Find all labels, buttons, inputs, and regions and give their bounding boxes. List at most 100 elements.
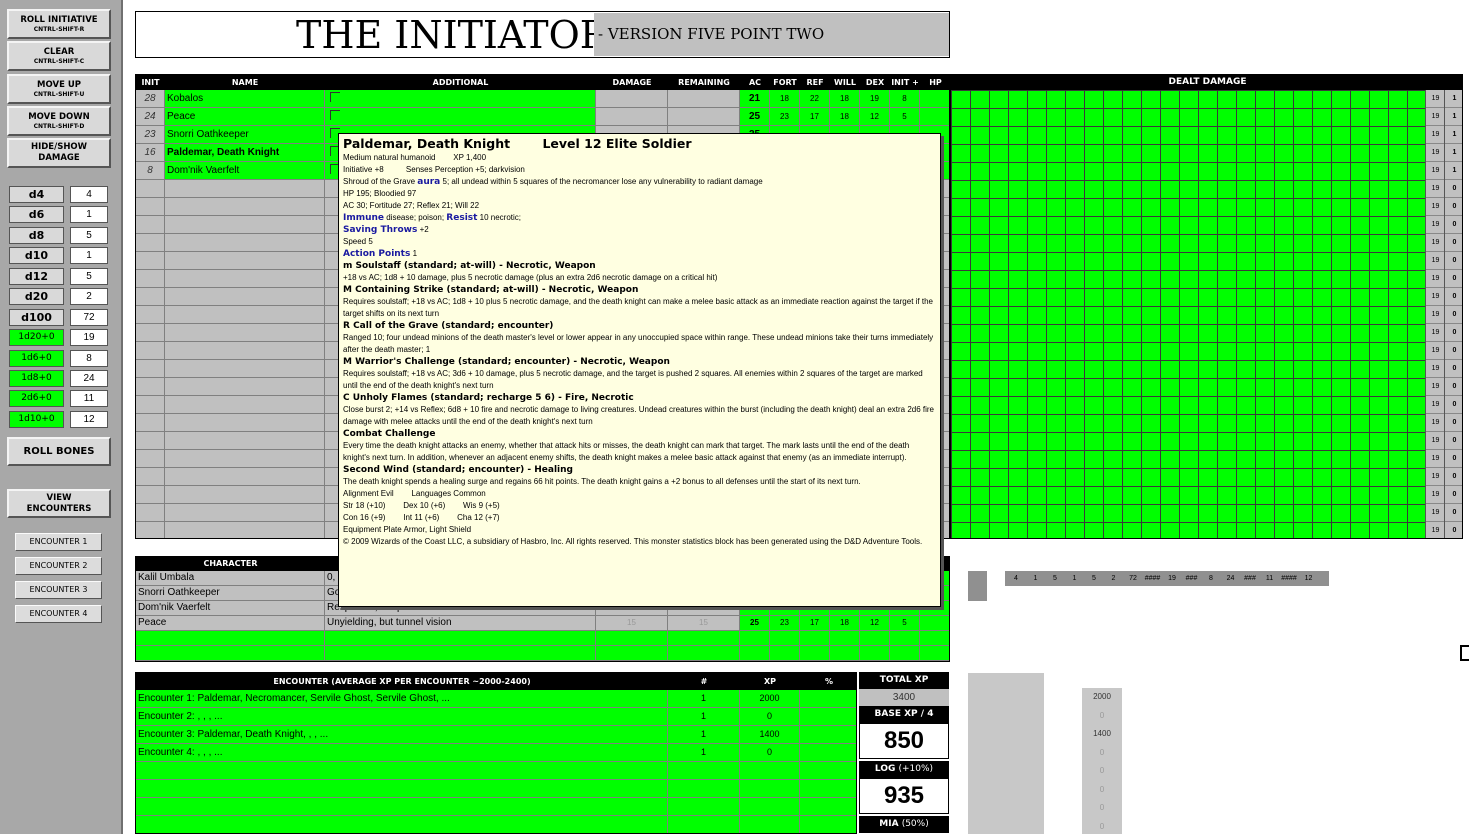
dice-label-d6[interactable]: d6 [9, 206, 64, 223]
roll-bones-label: ROLL BONES [23, 446, 95, 457]
row-2-remaining [668, 108, 740, 126]
encounter-row-2-name[interactable]: Encounter 2: , , , ... [136, 708, 668, 726]
row-3-init: 23 [136, 126, 165, 144]
row-2-name[interactable]: Peace [165, 108, 325, 126]
roll-indicator [968, 571, 987, 601]
row-10-name[interactable] [165, 252, 325, 270]
encounter-row-8-xp [740, 816, 800, 833]
row-1-name[interactable]: Kobalos [165, 90, 325, 108]
toolbar-panel: ROLL INITIATIVE CNTRL-SHIFT-R CLEAR CNTR… [0, 0, 123, 834]
resist-text: 10 necrotic; [477, 213, 522, 222]
row-1-checkbox[interactable] [330, 92, 340, 102]
power-title: C Unholy Flames (standard; recharge 5 6)… [343, 393, 634, 403]
col-header-name: NAME [165, 75, 325, 90]
encounter-4-button[interactable]: ENCOUNTER 4 [15, 605, 102, 623]
dealt-a-value: 19 [1426, 450, 1445, 468]
encounter-row-5-name[interactable] [136, 762, 668, 780]
move-up-button[interactable]: MOVE UP CNTRL-SHIFT-U [7, 74, 111, 104]
row-23-name[interactable] [165, 486, 325, 504]
dice-label-1d20plus0[interactable]: 1d20+0 [9, 329, 64, 346]
damage-cells[interactable] [951, 90, 1425, 538]
dice-label-1d8plus0[interactable]: 1d8+0 [9, 370, 64, 387]
encounter-row-4-name[interactable]: Encounter 4: , , , ... [136, 744, 668, 762]
dealt-a-value: 19 [1426, 378, 1445, 396]
dice-label-1d10plus0[interactable]: 1d10+0 [9, 411, 64, 428]
dice-label-1d6plus0[interactable]: 1d6+0 [9, 350, 64, 367]
char-row-2-name: Snorri Oathkeeper [136, 586, 325, 601]
monster-initiative-line: Initiative +8 Senses Perception +5; dark… [343, 165, 525, 174]
dealt-b-value: 0 [1445, 270, 1462, 288]
row-4-name[interactable]: Paldemar, Death Knight [165, 144, 325, 162]
dice-label-2d6plus0[interactable]: 2d6+0 [9, 390, 64, 407]
row-21-name[interactable] [165, 450, 325, 468]
encounter-3-button[interactable]: ENCOUNTER 3 [15, 581, 102, 599]
mia-percent: (50%) [901, 819, 929, 829]
row-1-additional[interactable] [325, 90, 596, 108]
row-8-name[interactable] [165, 216, 325, 234]
dice-label-d10[interactable]: d10 [9, 247, 64, 264]
char-row-6-ac [740, 646, 770, 661]
row-2-damage[interactable] [596, 108, 668, 126]
row-2-fort: 23 [770, 108, 800, 126]
encounter-row-1-name[interactable]: Encounter 1: Paldemar, Necromancer, Serv… [136, 690, 668, 708]
row-24-name[interactable] [165, 504, 325, 522]
dealt-b-value: 0 [1445, 252, 1462, 270]
encounter-1-button[interactable]: ENCOUNTER 1 [15, 533, 102, 551]
row-25-name[interactable] [165, 522, 325, 538]
encounter-row-4-xp: 0 [740, 744, 800, 762]
row-15-name[interactable] [165, 342, 325, 360]
row-12-name[interactable] [165, 288, 325, 306]
encounter-row-2-xp: 0 [740, 708, 800, 726]
dice-label-d4[interactable]: d4 [9, 186, 64, 203]
encounter-2-button[interactable]: ENCOUNTER 2 [15, 557, 102, 575]
encounter-row-5-percent [800, 762, 856, 780]
row-19-name[interactable] [165, 414, 325, 432]
dealt-a-value: 19 [1426, 396, 1445, 414]
dice-label-d100[interactable]: d100 [9, 309, 64, 326]
row-18-name[interactable] [165, 396, 325, 414]
dice-label-d20[interactable]: d20 [9, 288, 64, 305]
row-22-name[interactable] [165, 468, 325, 486]
encounter-xp-value: 2000 [1093, 692, 1111, 701]
row-2-additional[interactable] [325, 108, 596, 126]
row-3-name[interactable]: Snorri Oathkeeper [165, 126, 325, 144]
row-16-name[interactable] [165, 360, 325, 378]
encounter-row-3-name[interactable]: Encounter 3: Paldemar, Death Knight, , ,… [136, 726, 668, 744]
row-5-name[interactable]: Dom'nik Vaerfelt [165, 162, 325, 180]
row-6-init [136, 180, 165, 198]
row-17-name[interactable] [165, 378, 325, 396]
row-13-name[interactable] [165, 306, 325, 324]
row-6-name[interactable] [165, 180, 325, 198]
row-2-will: 18 [830, 108, 860, 126]
col-header-additional: ADDITIONAL [325, 75, 596, 90]
dealt-b-value: 0 [1445, 414, 1462, 432]
dice-label-d8[interactable]: d8 [9, 227, 64, 244]
row-1-damage[interactable] [596, 90, 668, 108]
roll-result-value: 2 [1111, 575, 1116, 582]
ap-keyword: Action Points [343, 249, 411, 259]
encounter-row-8-name[interactable] [136, 816, 668, 833]
dealt-b-value: 0 [1445, 324, 1462, 342]
move-down-button[interactable]: MOVE DOWN CNTRL-SHIFT-D [7, 106, 111, 136]
hide-show-damage-button[interactable]: HIDE/SHOW DAMAGE [7, 138, 111, 168]
row-14-name[interactable] [165, 324, 325, 342]
roll-bones-button[interactable]: ROLL BONES [7, 437, 111, 466]
encounter-row-6-name[interactable] [136, 780, 668, 798]
dice-value-d100: 72 [70, 309, 108, 326]
row-7-name[interactable] [165, 198, 325, 216]
view-encounters-button[interactable]: VIEW ENCOUNTERS [7, 489, 111, 518]
row-2-checkbox[interactable] [330, 110, 340, 120]
row-20-name[interactable] [165, 432, 325, 450]
roll-result-value: 8 [1209, 575, 1213, 582]
roll-initiative-button[interactable]: ROLL INITIATIVE CNTRL-SHIFT-R [7, 9, 111, 39]
row-2-dex: 12 [860, 108, 890, 126]
dice-label-d12[interactable]: d12 [9, 268, 64, 285]
row-2-hp [920, 108, 949, 126]
encounter-row-7-name[interactable] [136, 798, 668, 816]
clear-button[interactable]: CLEAR CNTRL-SHIFT-C [7, 41, 111, 71]
char-row-5-initp [890, 631, 920, 646]
row-11-name[interactable] [165, 270, 325, 288]
char-row-4-ac: 25 [740, 616, 770, 631]
row-9-name[interactable] [165, 234, 325, 252]
dealt-a-value: 19 [1426, 162, 1445, 180]
